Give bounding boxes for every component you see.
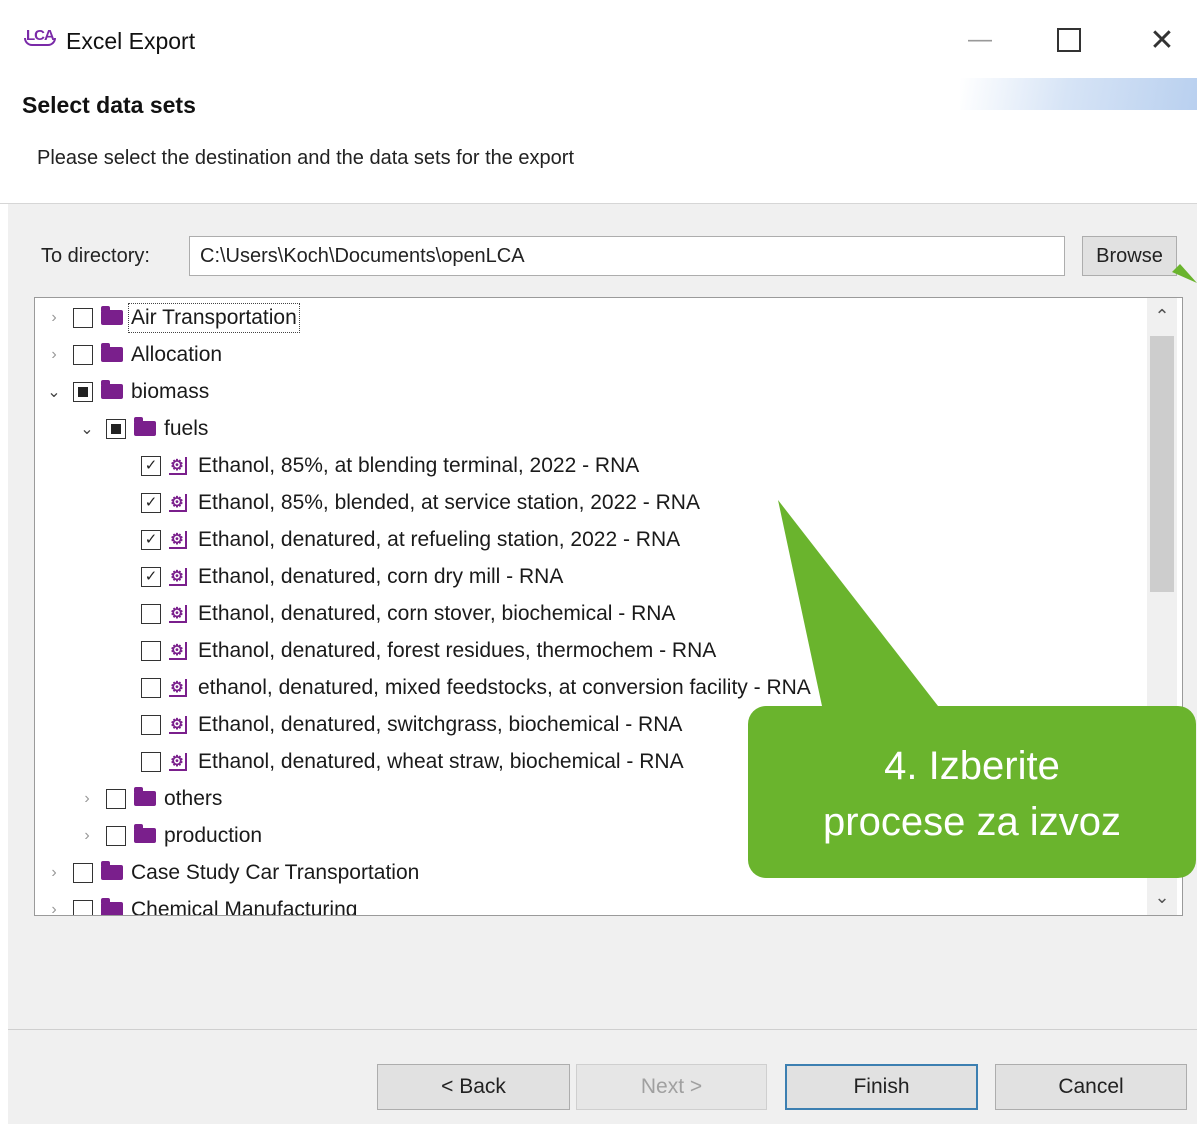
- callout-annotation: [748, 264, 1197, 878]
- callout-pointer: [778, 500, 938, 706]
- callout-line-2: procese za izvoz: [823, 800, 1121, 844]
- callout-text: 4. Izberite procese za izvoz: [748, 738, 1196, 850]
- callout-line-1: 4. Izberite: [884, 744, 1060, 788]
- browse-pointer-arrow: [1172, 264, 1197, 283]
